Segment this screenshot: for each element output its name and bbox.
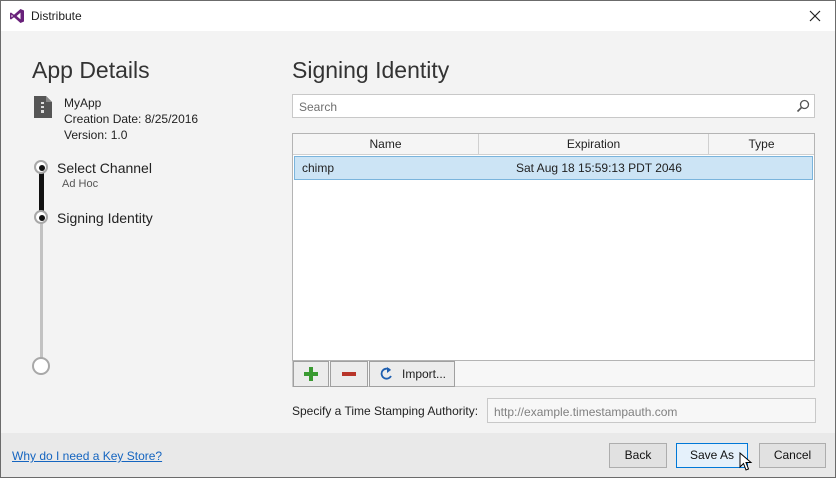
tsa-input[interactable] [492, 404, 806, 420]
creation-date: Creation Date: 8/25/2016 [64, 112, 199, 126]
app-version: Version: 1.0 [64, 128, 128, 142]
title-bar: Distribute [1, 1, 835, 31]
table-header: Name Expiration Type [293, 134, 814, 155]
key-store-help-link[interactable]: Why do I need a Key Store? [12, 449, 162, 463]
column-header-expiration[interactable]: Expiration [479, 134, 709, 154]
distribute-dialog: Distribute App Details MyApp Creation Da… [0, 0, 836, 478]
signing-identity-heading: Signing Identity [292, 57, 450, 83]
window-title: Distribute [31, 9, 82, 23]
close-button[interactable] [795, 1, 835, 31]
cancel-button[interactable]: Cancel [759, 443, 826, 468]
app-package-icon [34, 96, 52, 118]
visual-studio-icon [10, 9, 24, 23]
step-node-signing-identity [34, 210, 48, 224]
step-select-channel-sublabel: Ad Hoc [62, 178, 99, 190]
column-header-type[interactable]: Type [709, 134, 814, 154]
search-input[interactable] [297, 99, 781, 115]
row-name: chimp [302, 161, 335, 175]
row-expiration: Sat Aug 18 15:59:13 PDT 2046 [516, 161, 682, 175]
app-name: MyApp [64, 96, 102, 110]
remove-identity-button[interactable] [330, 361, 368, 387]
tsa-label: Specify a Time Stamping Authority: [292, 404, 479, 418]
step-select-channel: Select Channel [57, 160, 152, 176]
plus-icon [304, 367, 318, 381]
step-node-dot [39, 165, 45, 171]
import-label: Import... [402, 367, 447, 381]
import-icon [380, 367, 392, 380]
close-icon [809, 10, 821, 22]
step-node-dot [39, 215, 45, 221]
identity-table: Name Expiration Type chimp Sat Aug 18 15… [292, 133, 815, 361]
table-row[interactable]: chimp Sat Aug 18 15:59:13 PDT 2046 [294, 156, 813, 180]
column-header-name[interactable]: Name [293, 134, 479, 154]
import-button[interactable]: Import... [369, 361, 455, 387]
minus-icon [342, 372, 356, 376]
back-button[interactable]: Back [609, 443, 667, 468]
step-node-select-channel [34, 160, 48, 174]
app-details-heading: App Details [32, 57, 150, 83]
step-node-final [32, 357, 50, 375]
tsa-field [487, 398, 816, 423]
search-icon[interactable] [796, 99, 810, 113]
mouse-pointer-icon [739, 452, 753, 471]
save-as-button[interactable]: Save As [676, 443, 748, 468]
search-box [292, 94, 815, 118]
step-signing-identity: Signing Identity [57, 210, 153, 226]
add-identity-button[interactable] [293, 361, 329, 387]
